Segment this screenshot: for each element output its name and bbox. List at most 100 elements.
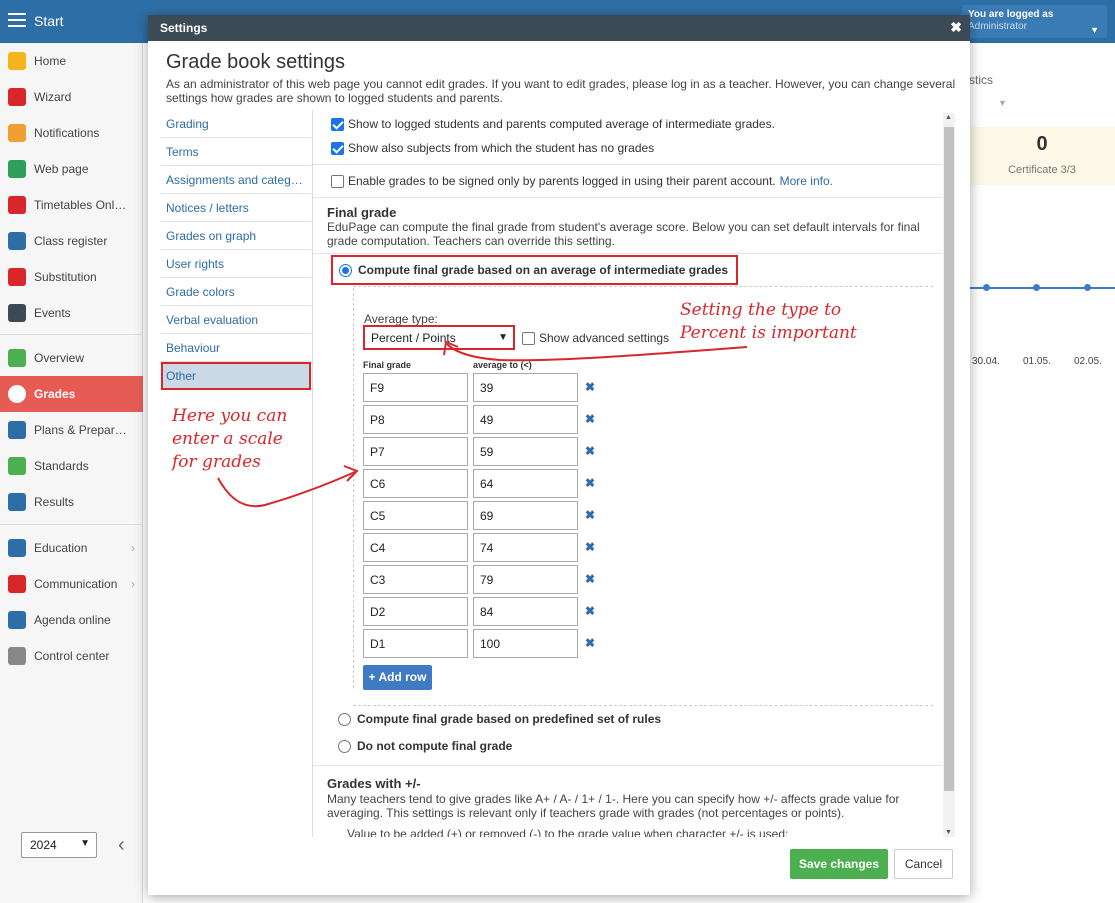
tab-behaviour[interactable]: Behaviour bbox=[161, 334, 311, 362]
chevron-down-icon: ▼ bbox=[498, 332, 508, 343]
show-average-checkbox[interactable] bbox=[331, 117, 344, 131]
final-grade-input[interactable]: F9 bbox=[363, 373, 468, 402]
app-title[interactable]: Start bbox=[34, 13, 64, 29]
sidebar-item-timetables-onl[interactable]: Timetables Onl… bbox=[0, 187, 143, 223]
scale-annotation: Here you can enter a scale for grades bbox=[172, 406, 288, 472]
gear-icon bbox=[8, 647, 26, 665]
star-icon bbox=[8, 52, 26, 70]
tab-assignments-and-categ[interactable]: Assignments and categ… bbox=[161, 166, 311, 194]
delete-row-icon[interactable]: ✖ bbox=[585, 380, 595, 394]
menu-icon[interactable] bbox=[8, 13, 26, 27]
sidebar-item-label: Plans & Prepar… bbox=[34, 423, 127, 437]
dialog-description: As an administrator of this web page you… bbox=[166, 77, 956, 105]
add-row-button[interactable]: + Add row bbox=[363, 665, 432, 690]
grade-table-border bbox=[353, 288, 354, 688]
sidebar-item-label: Communication bbox=[34, 577, 118, 591]
average-to-input[interactable]: 39 bbox=[473, 373, 578, 402]
delete-row-icon[interactable]: ✖ bbox=[585, 572, 595, 586]
advanced-settings-row[interactable]: Show advanced settings bbox=[522, 331, 669, 345]
no-compute-option-row[interactable]: Do not compute final grade bbox=[338, 739, 512, 753]
type-annotation: Setting the type to Percent is important bbox=[680, 300, 857, 343]
scroll-down-icon[interactable]: ▼ bbox=[945, 829, 952, 836]
final-grade-input[interactable]: C5 bbox=[363, 501, 468, 530]
sign-by-parents-row[interactable]: Enable grades to be signed only by paren… bbox=[331, 174, 833, 188]
show-average-row[interactable]: Show to logged students and parents comp… bbox=[331, 117, 775, 131]
scroll-up-icon[interactable]: ▲ bbox=[945, 114, 952, 121]
more-info-link[interactable]: More info. bbox=[780, 174, 833, 188]
cancel-button[interactable]: Cancel bbox=[894, 849, 953, 879]
tab-verbal-evaluation[interactable]: Verbal evaluation bbox=[161, 306, 311, 334]
delete-row-icon[interactable]: ✖ bbox=[585, 604, 595, 618]
final-grade-input[interactable]: D1 bbox=[363, 629, 468, 658]
sidebar-item-label: Home bbox=[34, 54, 67, 68]
delete-row-icon[interactable]: ✖ bbox=[585, 636, 595, 650]
delete-row-icon[interactable]: ✖ bbox=[585, 412, 595, 426]
briefcase-icon bbox=[8, 421, 26, 439]
show-subjects-row[interactable]: Show also subjects from which the studen… bbox=[331, 141, 654, 155]
final-grade-input[interactable]: P8 bbox=[363, 405, 468, 434]
final-grade-input[interactable]: D2 bbox=[363, 597, 468, 626]
sidebar-item-web-page[interactable]: Web page bbox=[0, 151, 143, 187]
average-to-input[interactable]: 59 bbox=[473, 437, 578, 466]
sidebar-item-agenda-online[interactable]: Agenda online bbox=[0, 602, 143, 638]
sidebar-item-events[interactable]: Events bbox=[0, 295, 143, 331]
scrollbar-thumb[interactable] bbox=[944, 127, 954, 791]
show-subjects-checkbox[interactable] bbox=[331, 141, 344, 155]
tab-other[interactable]: Other bbox=[161, 362, 311, 390]
average-to-input[interactable]: 69 bbox=[473, 501, 578, 530]
no-compute-option-radio[interactable] bbox=[338, 739, 351, 753]
sidebar-item-home[interactable]: Home bbox=[0, 43, 143, 79]
delete-row-icon[interactable]: ✖ bbox=[585, 540, 595, 554]
chevron-right-icon: › bbox=[131, 541, 135, 555]
average-to-input[interactable]: 49 bbox=[473, 405, 578, 434]
sign-by-parents-checkbox[interactable] bbox=[331, 174, 344, 188]
sidebar: Home Wizard Notifications Web page Timetable… bbox=[0, 43, 143, 903]
final-grade-input[interactable]: C6 bbox=[363, 469, 468, 498]
average-to-input[interactable]: 79 bbox=[473, 565, 578, 594]
final-grade-input[interactable]: P7 bbox=[363, 437, 468, 466]
tab-terms[interactable]: Terms bbox=[161, 138, 311, 166]
sidebar-item-wizard[interactable]: Wizard bbox=[0, 79, 143, 115]
sidebar-item-results[interactable]: Results bbox=[0, 484, 143, 520]
year-select[interactable]: 2024 ▼ bbox=[21, 832, 97, 858]
sidebar-item-standards[interactable]: Standards bbox=[0, 448, 143, 484]
final-grade-input[interactable]: C4 bbox=[363, 533, 468, 562]
bg-tab-fragment: stics bbox=[969, 73, 993, 87]
sidebar-item-communication[interactable]: Communication › bbox=[0, 566, 143, 602]
sidebar-item-class-register[interactable]: Class register bbox=[0, 223, 143, 259]
sidebar-item-notifications[interactable]: Notifications bbox=[0, 115, 143, 151]
plus-minus-value-label: Value to be added (+) or removed (-) to … bbox=[347, 827, 789, 837]
final-grade-input[interactable]: C3 bbox=[363, 565, 468, 594]
divider bbox=[313, 253, 942, 254]
user-menu[interactable]: You are logged as Administrator ▼ bbox=[962, 5, 1107, 38]
delete-row-icon[interactable]: ✖ bbox=[585, 476, 595, 490]
tab-grades-on-graph[interactable]: Grades on graph bbox=[161, 222, 311, 250]
close-icon[interactable]: ✖ bbox=[950, 19, 962, 36]
collapse-sidebar-icon[interactable]: ‹ bbox=[118, 834, 125, 857]
average-column-header: average to (<) bbox=[473, 360, 532, 370]
average-type-select[interactable]: Percent / Points ▼ bbox=[363, 325, 515, 350]
tab-user-rights[interactable]: User rights bbox=[161, 250, 311, 278]
sidebar-item-education[interactable]: Education › bbox=[0, 530, 143, 566]
sidebar-item-substitution[interactable]: Substitution bbox=[0, 259, 143, 295]
average-option-radio[interactable] bbox=[339, 263, 352, 277]
sidebar-item-grades[interactable]: Grades bbox=[0, 376, 143, 412]
sidebar-item-control-center[interactable]: Control center bbox=[0, 638, 143, 674]
advanced-settings-checkbox[interactable] bbox=[522, 331, 535, 345]
average-to-input[interactable]: 64 bbox=[473, 469, 578, 498]
average-to-input[interactable]: 84 bbox=[473, 597, 578, 626]
rules-option-row[interactable]: Compute final grade based on predefined … bbox=[338, 712, 661, 726]
sidebar-item-overview[interactable]: Overview bbox=[0, 340, 143, 376]
tab-grading[interactable]: Grading bbox=[161, 110, 311, 138]
tab-grade-colors[interactable]: Grade colors bbox=[161, 278, 311, 306]
content-scrollbar[interactable]: ▲ ▼ bbox=[943, 113, 955, 837]
tab-notices-letters[interactable]: Notices / letters bbox=[161, 194, 311, 222]
delete-row-icon[interactable]: ✖ bbox=[585, 444, 595, 458]
average-option-row[interactable]: Compute final grade based on an average … bbox=[331, 255, 739, 285]
sidebar-item-plans-prepar[interactable]: Plans & Prepar… bbox=[0, 412, 143, 448]
average-to-input[interactable]: 74 bbox=[473, 533, 578, 562]
average-to-input[interactable]: 100 bbox=[473, 629, 578, 658]
delete-row-icon[interactable]: ✖ bbox=[585, 508, 595, 522]
rules-option-radio[interactable] bbox=[338, 712, 351, 726]
save-changes-button[interactable]: Save changes bbox=[790, 849, 888, 879]
